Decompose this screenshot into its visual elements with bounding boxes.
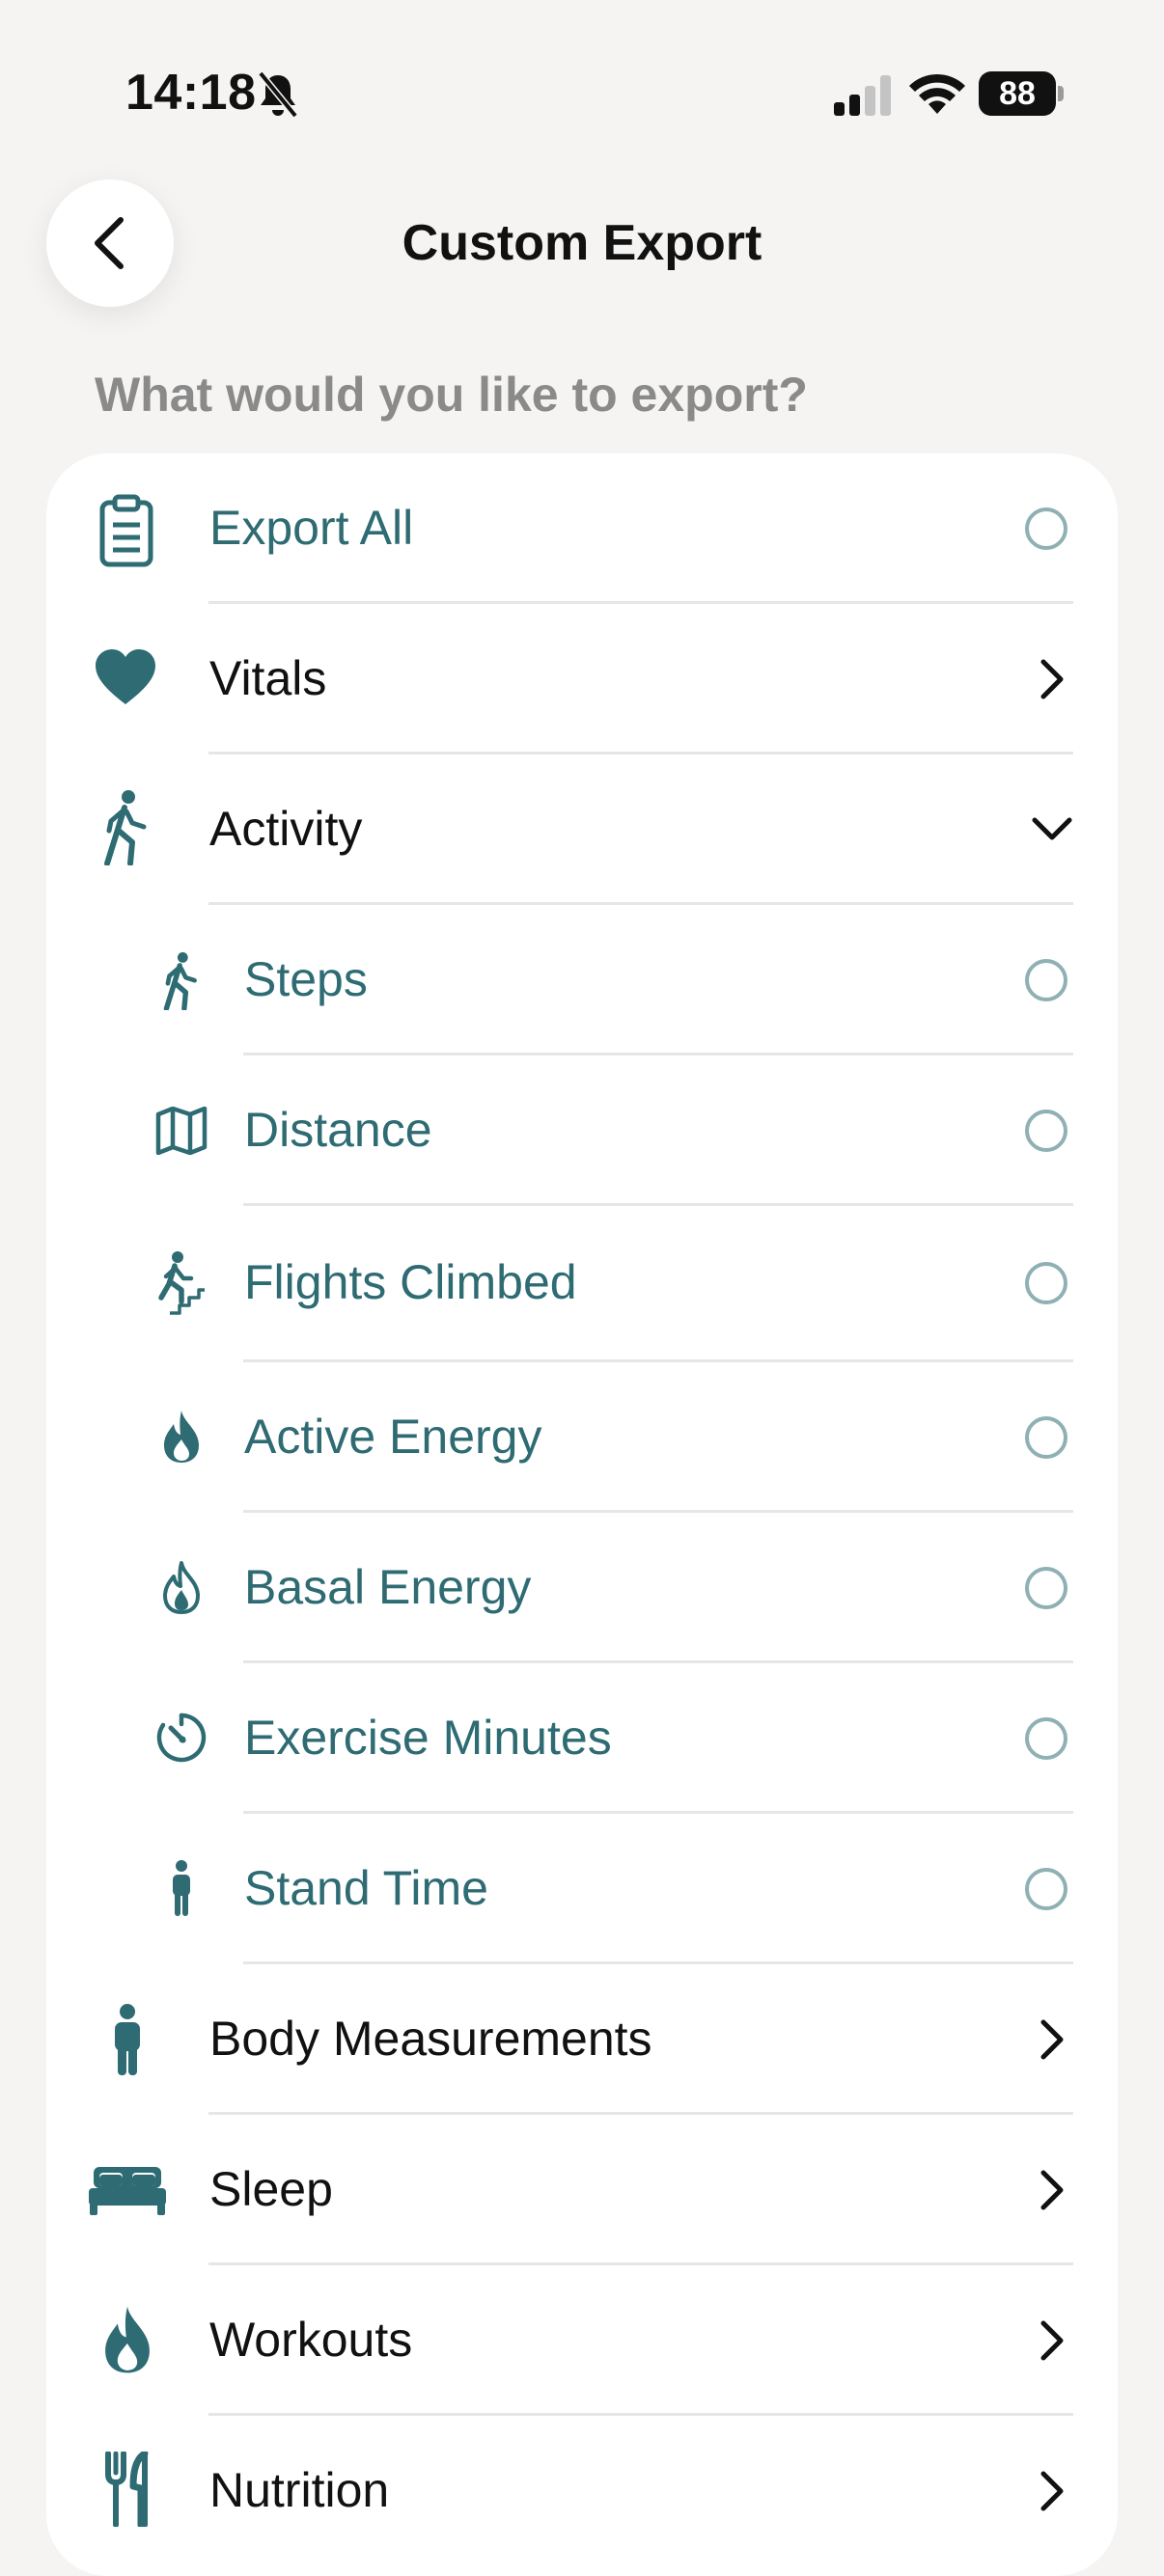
cellular-signal-icon [834,75,891,116]
stairs-icon [154,1250,208,1316]
status-time: 14:18 [125,65,257,121]
chevron-right-icon [1031,2319,1073,2362]
option-label: Flights Climbed [244,1255,577,1309]
radio-stand-time[interactable] [1025,1868,1067,1910]
person-icon [108,2003,147,2076]
option-export-all[interactable]: Export All [46,453,1118,604]
clipboard-icon [95,492,158,569]
heart-icon [93,646,158,708]
radio-active-energy[interactable] [1025,1416,1067,1459]
chevron-down-icon [1031,808,1073,851]
option-label: Activity [209,802,363,856]
option-workouts[interactable]: Workouts [46,2265,1118,2416]
radio-basal-energy[interactable] [1025,1567,1067,1609]
chevron-right-icon [1031,2018,1073,2061]
bed-icon [87,2163,168,2217]
radio-steps[interactable] [1025,959,1067,1001]
flame-icon [98,2302,156,2377]
option-flights-climbed[interactable]: Flights Climbed [46,1206,1118,1362]
option-label: Body Measurements [209,2012,652,2066]
bell-muted-icon [258,70,298,119]
battery-level: 88 [979,71,1056,116]
battery-nub [1058,86,1064,101]
flame-icon [158,1407,205,1466]
option-distance[interactable]: Distance [46,1055,1118,1206]
standing-person-icon [164,1858,199,1918]
walking-icon [98,789,152,866]
radio-export-all[interactable] [1025,507,1067,550]
option-sleep[interactable]: Sleep [46,2115,1118,2265]
option-stand-time[interactable]: Stand Time [46,1814,1118,1964]
option-active-energy[interactable]: Active Energy [46,1362,1118,1513]
radio-flights-climbed[interactable] [1025,1262,1067,1304]
chevron-right-icon [1031,2169,1073,2211]
wifi-icon [909,73,965,114]
option-label: Exercise Minutes [244,1711,612,1765]
timer-icon [154,1710,208,1766]
export-prompt: What would you like to export? [95,368,808,422]
option-label: Distance [244,1103,432,1157]
radio-exercise-minutes[interactable] [1025,1717,1067,1760]
option-vitals[interactable]: Vitals [46,604,1118,754]
option-label: Basal Energy [244,1560,532,1614]
option-basal-energy[interactable]: Basal Energy [46,1513,1118,1663]
option-activity[interactable]: Activity [46,754,1118,905]
fork-knife-icon [102,2451,152,2528]
page-title: Custom Export [402,215,762,271]
option-label: Workouts [209,2313,413,2367]
radio-distance[interactable] [1025,1110,1067,1152]
option-body-measurements[interactable]: Body Measurements [46,1964,1118,2115]
battery-indicator: 88 [979,71,1064,116]
walking-icon [158,951,203,1011]
option-label: Vitals [209,651,327,705]
option-nutrition[interactable]: Nutrition [46,2416,1118,2566]
export-options-card: Export All Vitals Activity Steps Distanc… [46,453,1118,2576]
status-bar: 14:18 88 [0,0,1164,183]
option-label: Steps [244,952,368,1006]
option-label: Stand Time [244,1861,488,1915]
option-label: Nutrition [209,2463,390,2517]
flame-outline-icon [158,1557,205,1617]
option-label: Sleep [209,2162,333,2216]
option-label: Export All [209,501,414,555]
map-icon [154,1104,208,1158]
option-exercise-minutes[interactable]: Exercise Minutes [46,1663,1118,1814]
chevron-right-icon [1031,2470,1073,2512]
option-label: Active Energy [244,1410,542,1464]
chevron-right-icon [1031,658,1073,700]
option-steps[interactable]: Steps [46,905,1118,1055]
